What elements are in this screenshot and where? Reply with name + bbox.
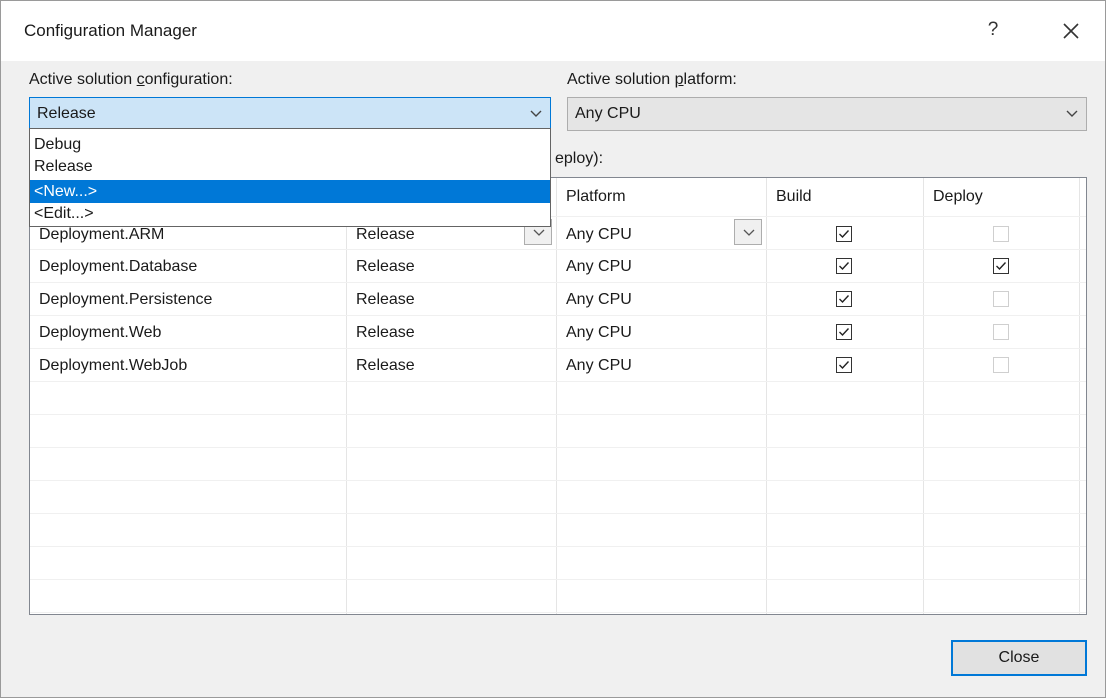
row-divider (30, 612, 1086, 613)
chevron-down-icon (1066, 110, 1078, 117)
active-platform-value: Any CPU (575, 105, 641, 122)
title-bar: Configuration Manager ? (1, 1, 1105, 61)
table-row-platform[interactable]: Any CPU (557, 218, 632, 251)
project-contexts-label: eploy): (555, 150, 604, 167)
help-button[interactable]: ? (981, 17, 1005, 43)
configuration-manager-dialog: Configuration Manager ? Active solution … (0, 0, 1106, 698)
table-row-project: Deployment.Web (39, 324, 162, 341)
row-platform-dropdown-button[interactable] (734, 219, 762, 245)
build-checkbox[interactable] (836, 357, 852, 373)
table-row-project: Deployment.Database (39, 258, 198, 275)
row-divider (30, 447, 1086, 448)
dropdown-option-edit[interactable]: <Edit...> (30, 204, 550, 224)
build-checkbox[interactable] (836, 258, 852, 274)
column-divider (923, 216, 924, 614)
table-row-configuration[interactable]: Release (347, 349, 415, 382)
close-window-button[interactable] (1057, 17, 1085, 45)
dropdown-option-release[interactable]: Release (30, 157, 550, 177)
build-checkbox[interactable] (836, 324, 852, 340)
row-divider (30, 513, 1086, 514)
table-row-configuration[interactable]: Release (347, 283, 415, 316)
build-checkbox[interactable] (836, 291, 852, 307)
deploy-checkbox[interactable] (993, 226, 1009, 242)
checkmark-icon (839, 262, 850, 271)
deploy-checkbox[interactable] (993, 258, 1009, 274)
active-platform-label-text-end: latform: (683, 71, 737, 88)
close-button[interactable]: Close (951, 640, 1087, 676)
active-configuration-label-text-end: onfiguration: (144, 71, 233, 88)
row-divider (30, 480, 1086, 481)
table-row-platform[interactable]: Any CPU (557, 316, 632, 349)
active-configuration-select[interactable]: Release (29, 97, 551, 131)
window-title: Configuration Manager (24, 21, 197, 40)
row-divider (30, 546, 1086, 547)
dropdown-option-new[interactable]: <New...> (30, 180, 550, 203)
chevron-down-icon (743, 229, 755, 236)
header-build[interactable]: Build (767, 178, 924, 216)
deploy-checkbox[interactable] (993, 324, 1009, 340)
table-row-platform[interactable]: Any CPU (557, 250, 632, 283)
column-divider (1079, 216, 1080, 614)
deploy-checkbox[interactable] (993, 291, 1009, 307)
active-platform-label: Active solution platform: (567, 71, 737, 89)
table-row-project: Deployment.WebJob (39, 357, 188, 374)
checkmark-icon (839, 230, 850, 239)
checkmark-icon (996, 262, 1007, 271)
checkmark-icon (839, 328, 850, 337)
active-configuration-label: Active solution configuration: (29, 71, 233, 89)
table-row-configuration[interactable]: Release (347, 250, 415, 283)
close-icon (1063, 23, 1079, 39)
row-divider (30, 579, 1086, 580)
checkmark-icon (839, 361, 850, 370)
row-divider (30, 414, 1086, 415)
table-row-configuration[interactable]: Release (347, 316, 415, 349)
chevron-down-icon (530, 110, 542, 117)
active-configuration-value: Release (37, 105, 96, 122)
active-configuration-label-text: Active solution (29, 71, 137, 88)
column-divider (766, 216, 767, 614)
active-platform-label-accesskey: p (674, 71, 684, 88)
header-platform[interactable]: Platform (557, 178, 767, 216)
active-platform-label-text: Active solution (567, 71, 675, 88)
table-row-platform[interactable]: Any CPU (557, 283, 632, 316)
checkmark-icon (839, 295, 850, 304)
project-contexts-grid: Platform Build Deploy Deployment.ARM Rel… (29, 177, 1087, 615)
header-deploy[interactable]: Deploy (924, 178, 1080, 216)
dropdown-option-debug[interactable]: Debug (30, 135, 550, 155)
table-row-platform[interactable]: Any CPU (557, 349, 632, 382)
table-row-project: Deployment.Persistence (39, 291, 213, 308)
active-platform-select[interactable]: Any CPU (567, 97, 1087, 131)
configuration-dropdown-list: Debug Release <New...> <Edit...> (29, 128, 551, 227)
chevron-down-icon (533, 229, 545, 236)
active-configuration-label-accesskey: c (136, 71, 145, 88)
build-checkbox[interactable] (836, 226, 852, 242)
deploy-checkbox[interactable] (993, 357, 1009, 373)
